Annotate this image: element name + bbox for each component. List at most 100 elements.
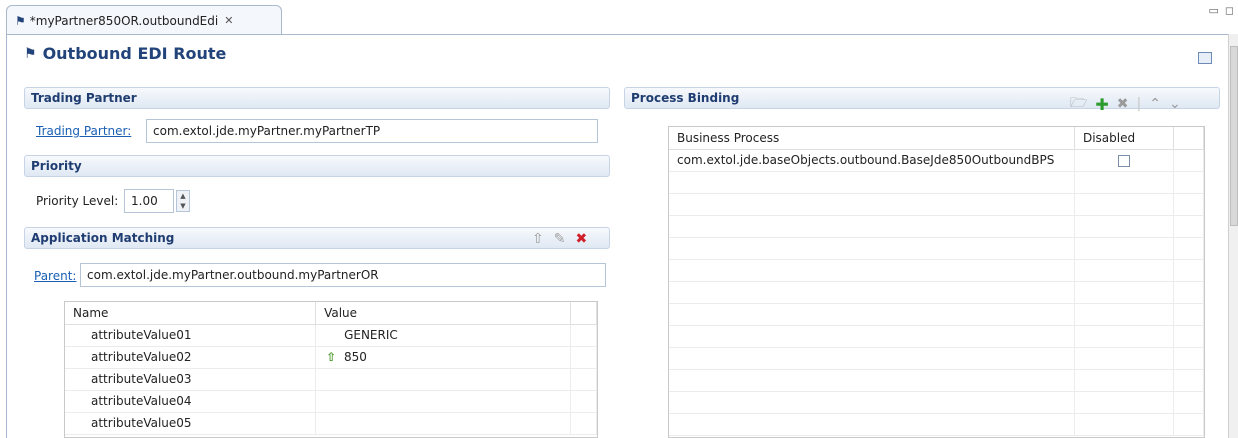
table-row[interactable]: attributeValue04 — [65, 390, 597, 413]
empty-cell — [1074, 215, 1174, 238]
empty-cell — [669, 171, 1075, 194]
table-header-row: Business Process Disabled — [669, 127, 1204, 150]
empty-cell — [669, 391, 1075, 414]
attribute-name: attributeValue05 — [65, 412, 317, 435]
empty-cell — [1074, 171, 1174, 194]
empty-table-row[interactable] — [669, 413, 1204, 436]
page-title-text: Outbound EDI Route — [42, 44, 227, 63]
edit-icon[interactable]: ✎ — [554, 231, 566, 247]
empty-cell — [669, 281, 1075, 304]
disabled-checkbox[interactable] — [1117, 154, 1130, 167]
tab-title: *myPartner850OR.outboundEdi — [29, 13, 219, 28]
empty-cell — [1074, 325, 1174, 348]
empty-table-row[interactable] — [669, 237, 1204, 260]
move-down-icon[interactable]: ⌄ — [1169, 96, 1181, 112]
priority-spinner[interactable]: ▲ ▼ — [176, 190, 190, 212]
empty-table-row[interactable] — [669, 369, 1204, 392]
promote-icon[interactable]: ⇧ — [532, 231, 544, 247]
empty-table-row[interactable] — [669, 325, 1204, 348]
delete-icon[interactable]: ✖ — [575, 231, 587, 247]
empty-cell — [669, 369, 1075, 392]
trading-partner-link[interactable]: Trading Partner: — [36, 124, 131, 138]
empty-cell — [1173, 193, 1204, 216]
minimize-icon[interactable]: ▭ — [1208, 4, 1218, 17]
table-row[interactable]: attributeValue03 — [65, 368, 597, 391]
value-column-header[interactable]: Value — [315, 302, 571, 325]
table-header-row: Name Value — [65, 302, 597, 325]
empty-table-row[interactable] — [669, 347, 1204, 370]
empty-cell — [1074, 303, 1174, 326]
empty-cell — [1074, 237, 1174, 260]
attribute-value[interactable] — [315, 368, 571, 391]
open-folder-icon[interactable]: 🗁 — [1070, 92, 1087, 116]
empty-cell — [1074, 281, 1174, 304]
view-menu-icon[interactable] — [1198, 52, 1212, 64]
empty-cell — [1173, 171, 1204, 194]
empty-table-row[interactable] — [669, 303, 1204, 326]
spacer-cell — [570, 324, 597, 347]
empty-cell — [1173, 347, 1204, 370]
remove-icon[interactable]: ✖ — [1117, 96, 1129, 112]
process-binding-toolbar: 🗁 ✚ ✖ | ⌃ ⌄ — [1070, 92, 1181, 116]
empty-cell — [669, 347, 1075, 370]
empty-cell — [1173, 303, 1204, 326]
editor-tab[interactable]: ⚑ *myPartner850OR.outboundEdi ✕ — [6, 5, 282, 35]
name-column-header[interactable]: Name — [65, 302, 317, 325]
priority-level-field[interactable]: 1.00 — [124, 189, 174, 213]
empty-cell — [669, 413, 1075, 436]
empty-table-row[interactable] — [669, 391, 1204, 414]
empty-cell — [669, 259, 1075, 282]
empty-table-row[interactable] — [669, 193, 1204, 216]
spacer-column-header — [1173, 127, 1204, 150]
table-row[interactable]: com.extol.jde.baseObjects.outbound.BaseJ… — [669, 149, 1204, 172]
table-row[interactable]: attributeValue05 — [65, 412, 597, 435]
application-matching-section-header[interactable]: Application Matching — [24, 227, 610, 249]
empty-table-row[interactable] — [669, 281, 1204, 304]
maximize-icon[interactable]: ◻ — [1225, 4, 1234, 17]
empty-cell — [1173, 413, 1204, 436]
spacer-cell — [570, 368, 597, 391]
attribute-value[interactable] — [315, 390, 571, 413]
toolbar-separator: | — [1136, 96, 1142, 112]
empty-table-row[interactable] — [669, 215, 1204, 238]
empty-cell — [1173, 237, 1204, 260]
spacer-column-header — [570, 302, 597, 325]
trading-partner-field[interactable]: com.extol.jde.myPartner.myPartnerTP — [146, 119, 598, 143]
empty-cell — [1074, 347, 1174, 370]
parent-link[interactable]: Parent: — [34, 269, 76, 283]
empty-table-row[interactable] — [669, 171, 1204, 194]
close-icon[interactable]: ✕ — [224, 14, 233, 27]
table-row[interactable]: attributeValue01 GENERIC — [65, 324, 597, 347]
attribute-value[interactable]: GENERIC — [315, 324, 571, 347]
empty-cell — [1173, 391, 1204, 414]
add-icon[interactable]: ✚ — [1095, 95, 1108, 114]
table-row[interactable]: attributeValue02 ⇧ 850 — [65, 346, 597, 369]
parent-field[interactable]: com.extol.jde.myPartner.outbound.myPartn… — [80, 263, 606, 287]
empty-cell — [669, 303, 1075, 326]
trading-partner-section-header[interactable]: Trading Partner — [24, 87, 610, 109]
business-process-cell[interactable]: com.extol.jde.baseObjects.outbound.BaseJ… — [669, 149, 1075, 172]
window-controls: ▭ ◻ — [1208, 4, 1234, 17]
spacer-cell — [570, 390, 597, 413]
vertical-scrollbar[interactable] — [1228, 34, 1238, 438]
empty-cell — [1074, 259, 1174, 282]
empty-cell — [1074, 193, 1174, 216]
attribute-name: attributeValue03 — [65, 368, 317, 391]
scrollbar-thumb[interactable] — [1230, 46, 1238, 226]
attribute-value[interactable]: 850 — [344, 350, 367, 364]
attribute-value[interactable] — [315, 412, 571, 435]
empty-cell — [1074, 391, 1174, 414]
empty-cell — [1173, 281, 1204, 304]
empty-cell — [669, 325, 1075, 348]
business-process-column-header[interactable]: Business Process — [669, 127, 1075, 150]
empty-table-row[interactable] — [669, 259, 1204, 282]
empty-cell — [1173, 325, 1204, 348]
empty-cell — [1074, 369, 1174, 392]
move-up-icon[interactable]: ⌃ — [1149, 96, 1161, 112]
attribute-name: attributeValue02 — [65, 346, 317, 369]
disabled-column-header[interactable]: Disabled — [1074, 127, 1174, 150]
empty-cell — [669, 237, 1075, 260]
priority-section-header[interactable]: Priority — [24, 155, 610, 177]
empty-cell — [1173, 215, 1204, 238]
flag-icon: ⚑ — [24, 45, 37, 62]
